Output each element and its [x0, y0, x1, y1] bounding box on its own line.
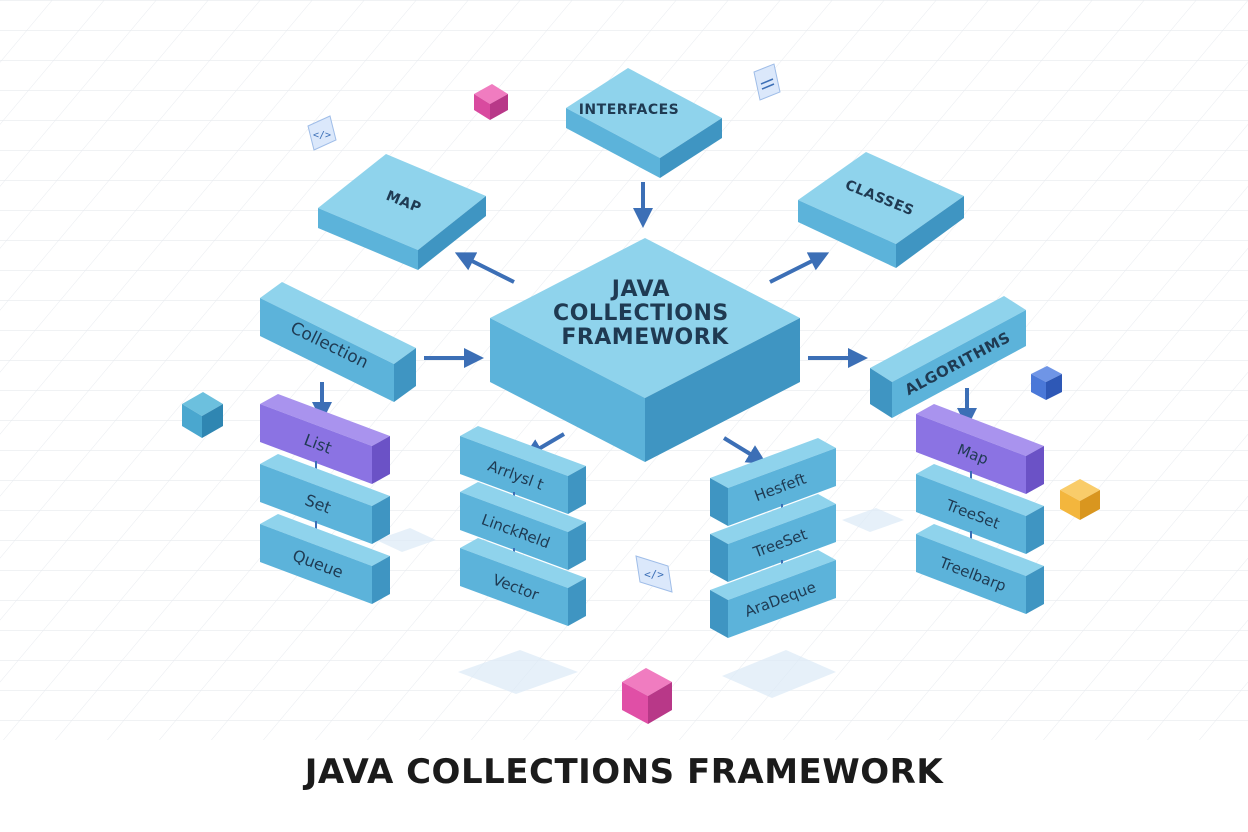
diagram-caption: JAVA COLLECTIONS FRAMEWORK: [304, 752, 944, 792]
diagram-canvas: JAVA COLLECTIONS FRAMEWORK INTERFACES MA…: [0, 0, 1248, 740]
interfaces-label: INTERFACES: [579, 102, 680, 118]
svg-text:</>: </>: [644, 568, 664, 581]
svg-text:</>: </>: [313, 130, 331, 141]
